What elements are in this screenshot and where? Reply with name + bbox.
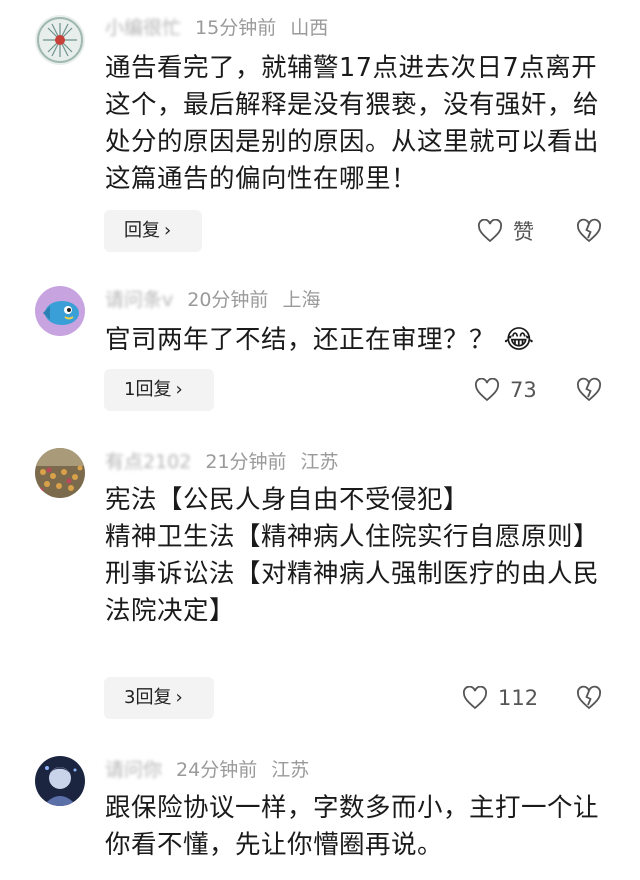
heart-icon xyxy=(475,378,499,402)
like-count: 73 xyxy=(510,378,537,402)
username[interactable]: 请问条v xyxy=(105,289,173,311)
laughing-tears-emoji: 😂 xyxy=(503,325,535,355)
reply-button[interactable]: 1回复 › xyxy=(104,369,214,411)
comment-meta: 小编很忙 15分钟前 山西 xyxy=(105,16,328,40)
timestamp: 21分钟前 xyxy=(205,451,287,473)
reply-label: 回复 xyxy=(124,220,160,241)
comment-line: 宪法【公民人身自由不受侵犯】 xyxy=(105,485,470,515)
avatar-image xyxy=(35,756,85,806)
broken-heart-icon xyxy=(577,377,601,402)
timestamp: 24分钟前 xyxy=(176,759,258,781)
reply-label: 3回复 xyxy=(124,687,172,708)
dislike-button[interactable] xyxy=(575,217,603,245)
broken-heart-icon xyxy=(577,685,601,710)
avatar-image xyxy=(35,286,85,336)
comment-meta: 请问条v 20分钟前 上海 xyxy=(105,288,320,312)
location: 山西 xyxy=(290,17,329,39)
username[interactable]: 小编很忙 xyxy=(105,17,181,39)
comment-meta: 请问你 24分钟前 江苏 xyxy=(105,758,309,782)
reply-button[interactable]: 回复 › xyxy=(104,210,202,252)
avatar[interactable] xyxy=(35,756,85,806)
chevron-right-icon: › xyxy=(175,687,183,708)
broken-heart-icon xyxy=(577,218,601,243)
location: 江苏 xyxy=(300,451,339,473)
location: 江苏 xyxy=(271,759,310,781)
timestamp: 20分钟前 xyxy=(187,289,269,311)
comment-line: 刑事诉讼法【对精神病人强制医疗的由人民法院决定】 xyxy=(105,559,600,626)
avatar-image xyxy=(35,448,85,498)
avatar[interactable] xyxy=(35,448,85,498)
comment-text: 通告看完了，就辅警17点进去次日7点离开这个，最后解释是没有猥亵，没有强奸，给处… xyxy=(105,53,600,194)
avatar[interactable] xyxy=(35,15,85,65)
location: 上海 xyxy=(282,289,321,311)
avatar-image xyxy=(35,15,85,65)
comment-text-content: 官司两年了不结，还正在审理？？ xyxy=(105,325,496,355)
username[interactable]: 请问你 xyxy=(105,759,162,781)
reply-label: 1回复 xyxy=(124,379,172,400)
comment-text: 官司两年了不结，还正在审理？？ 😂 xyxy=(105,322,600,359)
like-button[interactable]: 112 xyxy=(462,677,538,719)
like-label: 赞 xyxy=(513,220,534,244)
reply-button[interactable]: 3回复 › xyxy=(104,677,214,719)
username[interactable]: 有点2102 xyxy=(105,451,191,473)
avatar[interactable] xyxy=(35,286,85,336)
comment-text: 宪法【公民人身自由不受侵犯】 精神卫生法【精神病人住院实行自愿原则】 刑事诉讼法… xyxy=(105,482,600,630)
comment-text: 跟保险协议一样，字数多而小，主打一个让你看不懂，先让你懵圈再说。 xyxy=(105,793,600,860)
like-button[interactable]: 73 xyxy=(474,369,537,411)
like-count: 112 xyxy=(498,686,539,710)
heart-icon xyxy=(463,686,487,710)
dislike-button[interactable] xyxy=(575,684,603,712)
timestamp: 15分钟前 xyxy=(195,17,277,39)
dislike-button[interactable] xyxy=(575,376,603,404)
heart-icon xyxy=(478,219,502,243)
comment-meta: 有点2102 21分钟前 江苏 xyxy=(105,450,339,474)
like-button[interactable]: 赞 xyxy=(477,210,534,252)
chevron-right-icon: › xyxy=(175,379,183,400)
chevron-right-icon: › xyxy=(164,220,172,241)
comment-line: 精神卫生法【精神病人住院实行自愿原则】 xyxy=(105,522,600,552)
